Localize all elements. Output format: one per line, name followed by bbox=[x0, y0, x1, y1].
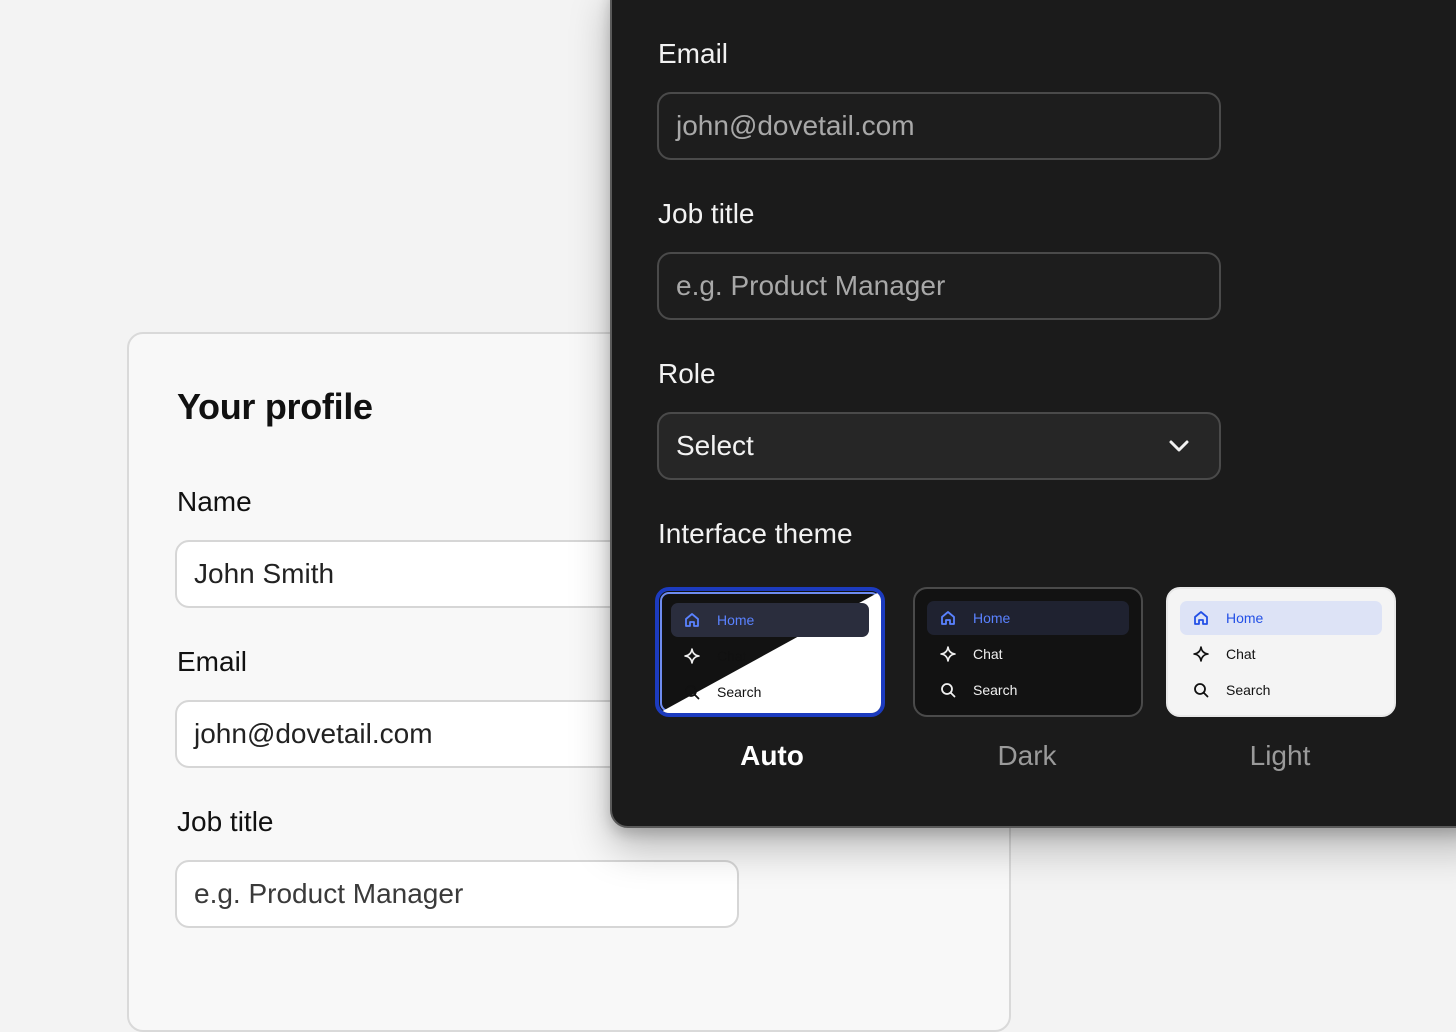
home-icon bbox=[939, 609, 957, 627]
preview-item-search: Search bbox=[1180, 673, 1382, 707]
page-title: Your profile bbox=[177, 386, 373, 427]
role-label: Role bbox=[658, 358, 716, 389]
theme-option-auto[interactable]: Home Chat Search bbox=[655, 587, 885, 717]
home-icon bbox=[1192, 609, 1210, 627]
theme-caption-dark[interactable]: Dark bbox=[912, 740, 1142, 772]
job-title-field[interactable]: e.g. Product Manager bbox=[175, 860, 739, 928]
email-label: Email bbox=[658, 38, 729, 69]
search-icon bbox=[939, 681, 957, 699]
preview-item-home: Home bbox=[671, 603, 869, 637]
sparkle-icon bbox=[1192, 645, 1210, 663]
chevron-down-icon bbox=[1169, 440, 1189, 452]
preview-item-chat: Chat bbox=[1180, 637, 1382, 671]
role-select-value: Select bbox=[676, 430, 754, 461]
interface-theme-label: Interface theme bbox=[658, 518, 853, 549]
preview-item-search: Search bbox=[671, 675, 869, 709]
theme-caption-auto[interactable]: Auto bbox=[657, 740, 887, 772]
name-label: Name bbox=[177, 486, 252, 517]
theme-option-light[interactable]: Home Chat Search bbox=[1166, 587, 1396, 717]
preview-item-search: Search bbox=[927, 673, 1129, 707]
home-icon bbox=[683, 611, 701, 629]
theme-caption-light[interactable]: Light bbox=[1165, 740, 1395, 772]
theme-option-dark[interactable]: Home Chat Search bbox=[913, 587, 1143, 717]
preview-item-chat: Chat bbox=[671, 639, 869, 673]
preview-item-home: Home bbox=[927, 601, 1129, 635]
preview-item-chat: Chat bbox=[927, 637, 1129, 671]
email-label: Email bbox=[177, 646, 248, 677]
search-icon bbox=[1192, 681, 1210, 699]
search-icon bbox=[683, 683, 701, 701]
job-title-label: Job title bbox=[658, 198, 755, 229]
job-title-label: Job title bbox=[177, 806, 274, 837]
email-field[interactable]: john@dovetail.com bbox=[657, 92, 1221, 160]
role-select[interactable]: Select bbox=[657, 412, 1221, 480]
preview-item-home: Home bbox=[1180, 601, 1382, 635]
sparkle-icon bbox=[683, 647, 701, 665]
job-title-field[interactable]: e.g. Product Manager bbox=[657, 252, 1221, 320]
sparkle-icon bbox=[939, 645, 957, 663]
